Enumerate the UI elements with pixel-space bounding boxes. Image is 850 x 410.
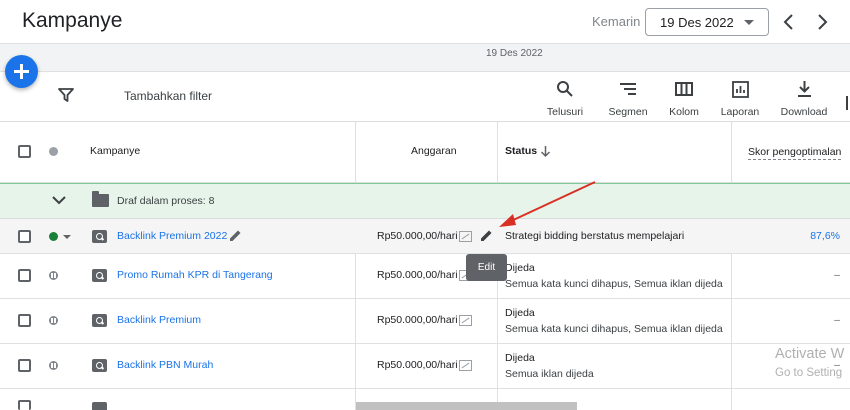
status-detail-text: Semua kata kunci dihapus, Semua iklan di…: [505, 278, 723, 290]
budget-chart-icon[interactable]: [459, 231, 472, 242]
add-filter-link[interactable]: Tambahkan filter: [124, 89, 212, 103]
next-period-button[interactable]: [812, 11, 832, 33]
budget-chart-icon[interactable]: [459, 315, 472, 326]
table-row[interactable]: Backlink Premium 2022 Rp50.000,00/hari S…: [0, 219, 850, 254]
chevron-down-icon[interactable]: [52, 195, 66, 205]
edit-pencil-icon[interactable]: [229, 229, 242, 242]
filter-icon[interactable]: [58, 88, 74, 102]
download-tool-label: Download: [780, 106, 828, 118]
campaign-name-link[interactable]: Backlink PBN Murah: [117, 359, 213, 371]
activation-watermark-subtitle: Go to Setting: [775, 367, 843, 379]
search-tool-button[interactable]: Telusuri: [539, 79, 591, 119]
optimization-score-column-header[interactable]: Skor pengoptimalan: [748, 146, 842, 160]
report-icon: [731, 80, 749, 98]
columns-icon: [675, 82, 693, 96]
row-checkbox[interactable]: [18, 314, 31, 327]
optimization-score-value: –: [834, 269, 840, 281]
edit-budget-pencil-icon[interactable]: [480, 229, 493, 242]
budget-column-header[interactable]: Anggaran: [411, 145, 457, 157]
previous-period-button[interactable]: [779, 11, 799, 33]
row-checkbox[interactable]: [18, 230, 31, 243]
date-range-value: 19 Des 2022: [660, 15, 734, 30]
search-campaign-icon: [92, 402, 107, 410]
status-text: Dijeda: [505, 352, 535, 364]
budget-chart-icon[interactable]: [459, 360, 472, 371]
date-subbar-text: 19 Des 2022: [486, 48, 543, 59]
select-all-checkbox[interactable]: [18, 145, 31, 158]
columns-tool-button[interactable]: Kolom: [658, 79, 710, 119]
campaign-column-header[interactable]: Kampanye: [90, 145, 140, 157]
status-text: Dijeda: [505, 307, 535, 319]
search-campaign-icon: [92, 230, 107, 243]
table-row[interactable]: Backlink Premium Rp50.000,00/hari Dijeda…: [0, 299, 850, 344]
row-checkbox[interactable]: [18, 269, 31, 282]
columns-tool-label: Kolom: [669, 106, 699, 118]
status-detail-text: Semua kata kunci dihapus, Semua iklan di…: [505, 323, 723, 335]
row-checkbox[interactable]: [18, 359, 31, 372]
chevron-right-icon: [818, 14, 828, 30]
optimization-score-value: –: [834, 314, 840, 326]
budget-value: Rp50.000,00/hari: [377, 359, 458, 371]
status-dropdown-icon[interactable]: [63, 235, 71, 239]
activation-watermark-title: Activate W: [775, 346, 845, 362]
optimization-score-value[interactable]: 87,6%: [810, 230, 840, 242]
download-tool-button[interactable]: Download: [778, 79, 830, 119]
campaign-name-link[interactable]: Backlink Premium: [117, 314, 201, 326]
report-tool-label: Laporan: [720, 106, 760, 118]
table-row[interactable]: Backlink PBN Murah Rp50.000,00/hari Dije…: [0, 344, 850, 389]
annotation-arrow-icon: [499, 181, 596, 227]
date-range-label: Kemarin: [592, 14, 641, 29]
paused-status-icon[interactable]: [49, 316, 58, 325]
search-tool-label: Telusuri: [546, 106, 584, 118]
more-tools-icon[interactable]: [846, 96, 848, 110]
page-header: Kampanye Kemarin 19 Des 2022: [0, 0, 850, 44]
horizontal-scrollbar[interactable]: [356, 402, 577, 410]
segment-icon: [620, 83, 636, 95]
search-campaign-icon: [92, 314, 107, 327]
campaign-name-link[interactable]: Promo Rumah KPR di Tangerang: [117, 269, 273, 281]
table-header: Kampanye Anggaran Status Skor pengoptima…: [0, 122, 850, 183]
budget-value: Rp50.000,00/hari: [377, 230, 458, 242]
edit-tooltip: Edit: [466, 254, 507, 281]
status-text: Strategi bidding berstatus mempelajari: [505, 230, 685, 242]
status-column-dot-icon: [49, 147, 58, 156]
status-column-header[interactable]: Status: [505, 145, 537, 157]
search-campaign-icon: [92, 269, 107, 282]
status-detail-text: Semua iklan dijeda: [505, 368, 594, 380]
row-checkbox[interactable]: [18, 400, 31, 410]
draft-group-row[interactable]: Draf dalam proses: 8: [0, 183, 850, 219]
budget-value: Rp50.000,00/hari: [377, 314, 458, 326]
report-tool-button[interactable]: Laporan: [714, 79, 766, 119]
draft-group-label: Draf dalam proses: 8: [117, 195, 215, 207]
status-text: Dijeda: [505, 262, 535, 274]
campaign-name-link[interactable]: Backlink Premium 2022: [117, 230, 227, 242]
enabled-status-icon[interactable]: [49, 232, 58, 241]
segment-tool-button[interactable]: Segmen: [602, 79, 654, 119]
date-subbar: 19 Des 2022: [0, 44, 850, 72]
download-icon: [797, 81, 811, 97]
paused-status-icon[interactable]: [49, 361, 58, 370]
page-title: Kampanye: [22, 9, 123, 32]
search-icon: [557, 81, 573, 97]
table-row[interactable]: Promo Rumah KPR di Tangerang Rp50.000,00…: [0, 254, 850, 299]
sort-arrow-down-icon[interactable]: [540, 145, 551, 158]
folder-icon: [92, 191, 109, 207]
table-toolbar: Tambahkan filter Telusuri Segmen Kolom L…: [0, 72, 850, 122]
search-campaign-icon: [92, 359, 107, 372]
paused-status-icon[interactable]: [49, 271, 58, 280]
segment-tool-label: Segmen: [608, 106, 648, 118]
dropdown-caret-icon: [744, 20, 754, 25]
budget-value: Rp50.000,00/hari: [377, 269, 458, 281]
date-range-select[interactable]: 19 Des 2022: [645, 8, 769, 36]
chevron-left-icon: [783, 14, 793, 30]
